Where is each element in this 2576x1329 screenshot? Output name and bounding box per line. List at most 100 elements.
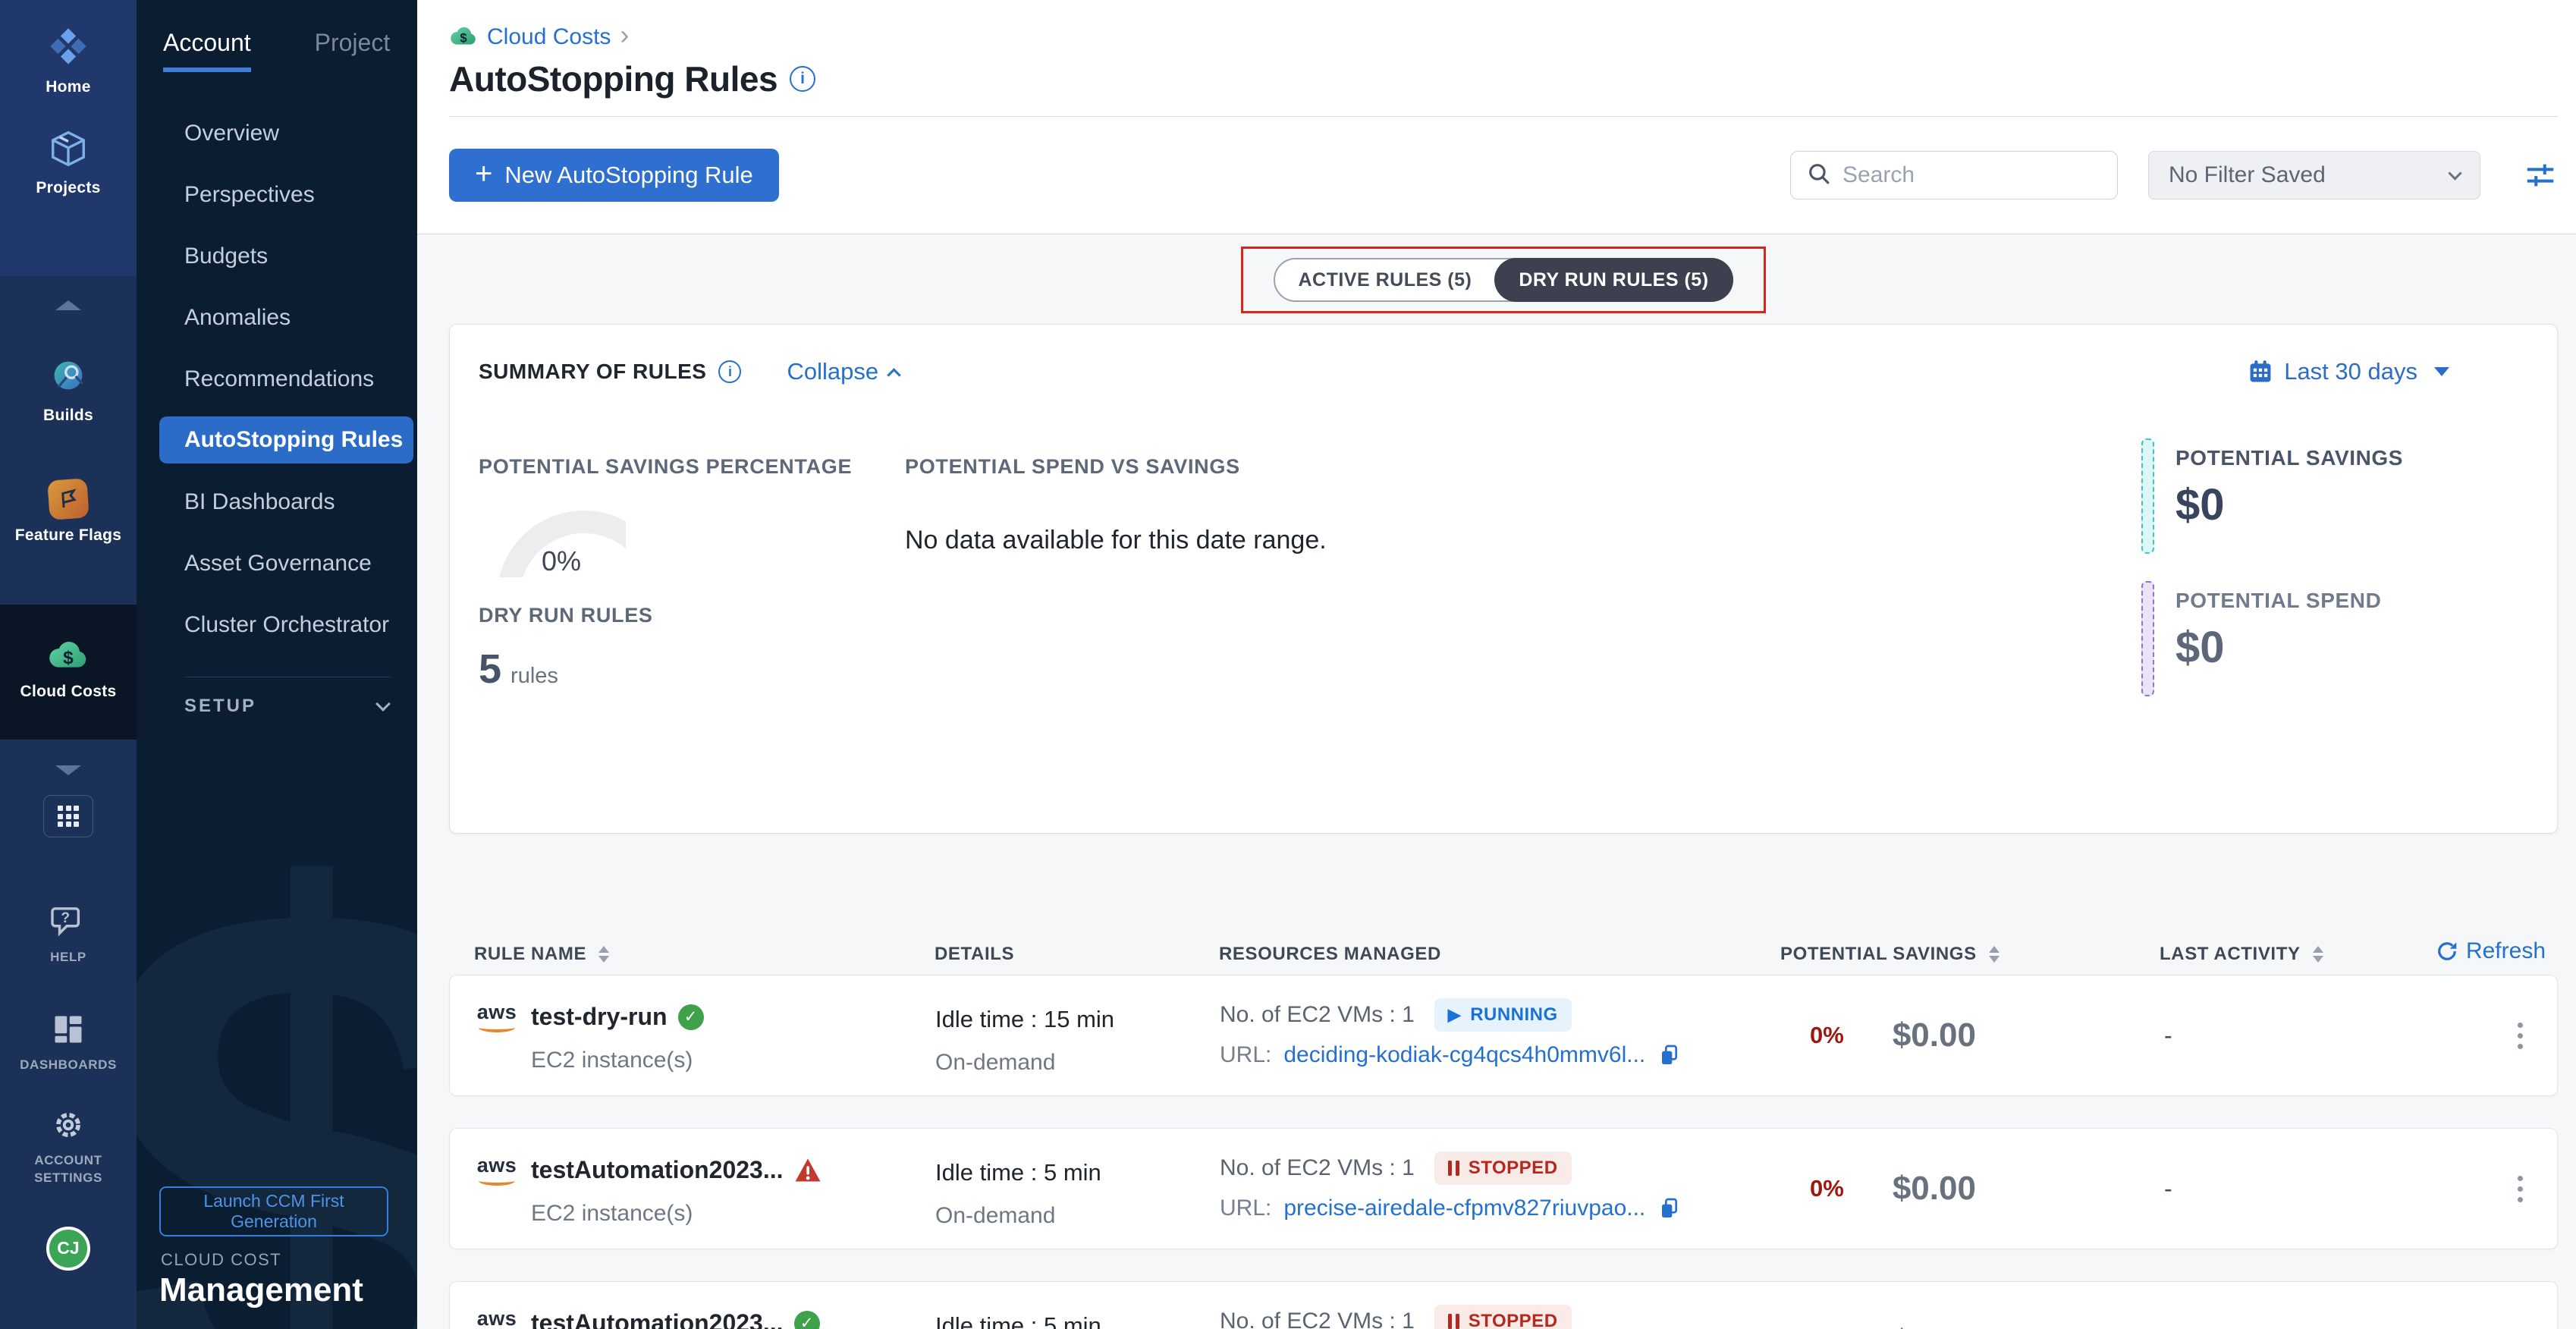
sort-potential-savings[interactable] <box>1989 946 2000 963</box>
content-area: ACTIVE RULES (5) DRY RUN RULES (5) SUMMA… <box>417 234 2576 1329</box>
spend-accent-bar <box>2141 581 2154 696</box>
rail-item-help[interactable]: ? HELP <box>11 906 125 966</box>
rail-item-builds[interactable]: Builds <box>0 310 137 425</box>
sidenav-item-asset-governance[interactable]: Asset Governance <box>137 533 417 594</box>
breadcrumb: $ Cloud Costs › <box>449 23 2558 51</box>
dry-run-rules-label: DRY RUN RULES <box>479 604 653 627</box>
toggle-dry-run-rules[interactable]: DRY RUN RULES (5) <box>1494 258 1733 302</box>
new-autostopping-rule-button[interactable]: + New AutoStopping Rule <box>449 149 779 202</box>
rail-item-home[interactable]: Home <box>0 0 137 96</box>
sidenav-item-cluster-orchestrator[interactable]: Cluster Orchestrator <box>137 594 417 655</box>
rail-item-label: Projects <box>36 179 100 197</box>
sidenav-item-perspectives[interactable]: Perspectives <box>137 164 417 225</box>
savings-percentage-gauge: 0% <box>497 511 626 577</box>
feature-flags-icon <box>47 478 90 520</box>
pause-icon <box>1448 1161 1459 1176</box>
chevron-down-icon <box>2448 166 2461 180</box>
saved-filter-dropdown[interactable]: No Filter Saved <box>2148 151 2480 200</box>
sidenav-item-bi-dashboards[interactable]: BI Dashboards <box>137 471 417 533</box>
rule-name[interactable]: test-dry-run <box>531 1003 668 1031</box>
sort-rule-name[interactable] <box>598 946 609 963</box>
cloud-costs-sidenav: Account Project Overview Perspectives Bu… <box>137 0 417 1329</box>
launch-ccm-first-gen-button[interactable]: Launch CCM First Generation <box>159 1186 388 1236</box>
setup-section-toggle[interactable]: SETUP <box>137 696 417 717</box>
table-row: aws testAutomation2023... EC2 instance(s… <box>449 1128 2558 1249</box>
sidenav-item-overview[interactable]: Overview <box>137 102 417 164</box>
pause-icon <box>1448 1314 1459 1329</box>
breadcrumb-link-cloud-costs[interactable]: Cloud Costs <box>487 24 611 50</box>
rule-url-link[interactable]: deciding-kodiak-cg4qcs4h0mmv6l... <box>1283 1042 1645 1068</box>
breadcrumb-separator: › <box>620 19 629 51</box>
no-data-message: No data available for this date range. <box>905 526 1327 555</box>
sidenav-item-budgets[interactable]: Budgets <box>137 225 417 287</box>
rail-item-dashboards[interactable]: DASHBOARDS <box>11 1013 125 1074</box>
refresh-icon <box>2436 940 2458 963</box>
toggle-active-rules[interactable]: ACTIVE RULES (5) <box>1275 269 1494 291</box>
builds-icon <box>49 356 88 399</box>
row-menu-kebab-icon[interactable] <box>2512 1323 2529 1329</box>
user-avatar[interactable]: CJ <box>46 1227 90 1271</box>
page-header: $ Cloud Costs › AutoStopping Rules i <box>417 0 2576 117</box>
sidenav-item-autostopping-rules[interactable]: AutoStopping Rules <box>159 416 413 463</box>
rule-url-link[interactable]: precise-airedale-cfpmv827riuvpao... <box>1283 1195 1645 1221</box>
vm-count: No. of EC2 VMs : 1 <box>1220 1002 1415 1028</box>
rule-type: EC2 instance(s) <box>531 1201 821 1227</box>
vm-count: No. of EC2 VMs : 1 <box>1220 1309 1415 1329</box>
tab-account[interactable]: Account <box>163 29 251 72</box>
potential-spend-stat: POTENTIAL SPEND $0 <box>2141 581 2381 696</box>
toolbar: + New AutoStopping Rule No Filter Saved <box>417 117 2576 234</box>
summary-info-icon[interactable]: i <box>718 360 741 383</box>
date-range-dropdown[interactable]: Last 30 days <box>2248 358 2449 385</box>
refresh-button[interactable]: Refresh <box>2436 938 2546 964</box>
rules-table: RULE NAME DETAILS RESOURCES MANAGED POTE… <box>449 934 2558 1329</box>
row-menu-kebab-icon[interactable] <box>2512 1016 2529 1055</box>
svg-text:?: ? <box>61 910 70 926</box>
caret-down-icon <box>2434 367 2449 376</box>
cloud-costs-icon: $ <box>449 23 478 51</box>
cloud-costs-icon: $ <box>47 635 90 675</box>
fulfilment: On-demand <box>935 1050 1220 1076</box>
gear-icon <box>52 1109 84 1145</box>
rail-scroll-up-icon[interactable] <box>55 300 81 310</box>
rail-item-label: Home <box>46 78 91 96</box>
chevron-down-icon <box>375 696 391 712</box>
fulfilment: On-demand <box>935 1203 1220 1229</box>
rail-item-label: Builds <box>43 407 93 425</box>
tab-project[interactable]: Project <box>315 29 391 72</box>
rail-item-label: DASHBOARDS <box>11 1057 125 1074</box>
filter-panel-button[interactable] <box>2523 158 2558 193</box>
collapse-link[interactable]: Collapse <box>787 358 899 385</box>
copy-icon[interactable] <box>1657 1043 1682 1067</box>
scope-tabs: Account Project <box>137 0 417 72</box>
search-box <box>1790 151 2118 200</box>
rail-scroll-down-icon[interactable] <box>55 765 81 775</box>
rail-item-account-settings[interactable]: ACCOUNT SETTINGS <box>11 1109 125 1187</box>
savings-percentage-value: 0% <box>497 545 626 577</box>
main-content: $ Cloud Costs › AutoStopping Rules i + N… <box>417 0 2576 1329</box>
play-icon: ▶ <box>1448 1005 1461 1025</box>
idle-time: Idle time : 15 min <box>935 1006 1220 1033</box>
row-menu-kebab-icon[interactable] <box>2512 1170 2529 1208</box>
rule-name[interactable]: testAutomation2023... <box>531 1309 784 1329</box>
sidenav-item-anomalies[interactable]: Anomalies <box>137 287 417 348</box>
copy-icon[interactable] <box>1657 1196 1682 1221</box>
potential-savings-value: $0 <box>2175 479 2403 530</box>
check-circle-icon: ✓ <box>794 1311 820 1329</box>
rail-item-feature-flags[interactable]: Feature Flags <box>0 425 137 545</box>
rail-item-label: ACCOUNT SETTINGS <box>11 1152 125 1187</box>
rule-name[interactable]: testAutomation2023... <box>531 1156 784 1184</box>
savings-percentage-label: POTENTIAL SAVINGS PERCENTAGE <box>479 455 852 479</box>
module-picker-button[interactable] <box>43 795 93 837</box>
rail-item-label: HELP <box>11 949 125 966</box>
dry-run-rules-unit: rules <box>510 664 558 688</box>
search-input[interactable] <box>1842 162 2117 188</box>
sort-last-activity[interactable] <box>2313 946 2323 963</box>
sidenav-item-recommendations[interactable]: Recommendations <box>137 348 417 410</box>
savings-accent-bar <box>2141 438 2154 554</box>
col-potential-savings: POTENTIAL SAVINGS <box>1780 944 1977 965</box>
svg-text:$: $ <box>63 648 74 668</box>
title-info-icon[interactable]: i <box>790 66 815 92</box>
spend-vs-savings-label: POTENTIAL SPEND VS SAVINGS <box>905 455 1327 479</box>
rail-item-cloud-costs-selected[interactable]: $ Cloud Costs <box>0 605 137 701</box>
rail-item-projects[interactable]: Projects <box>0 96 137 197</box>
